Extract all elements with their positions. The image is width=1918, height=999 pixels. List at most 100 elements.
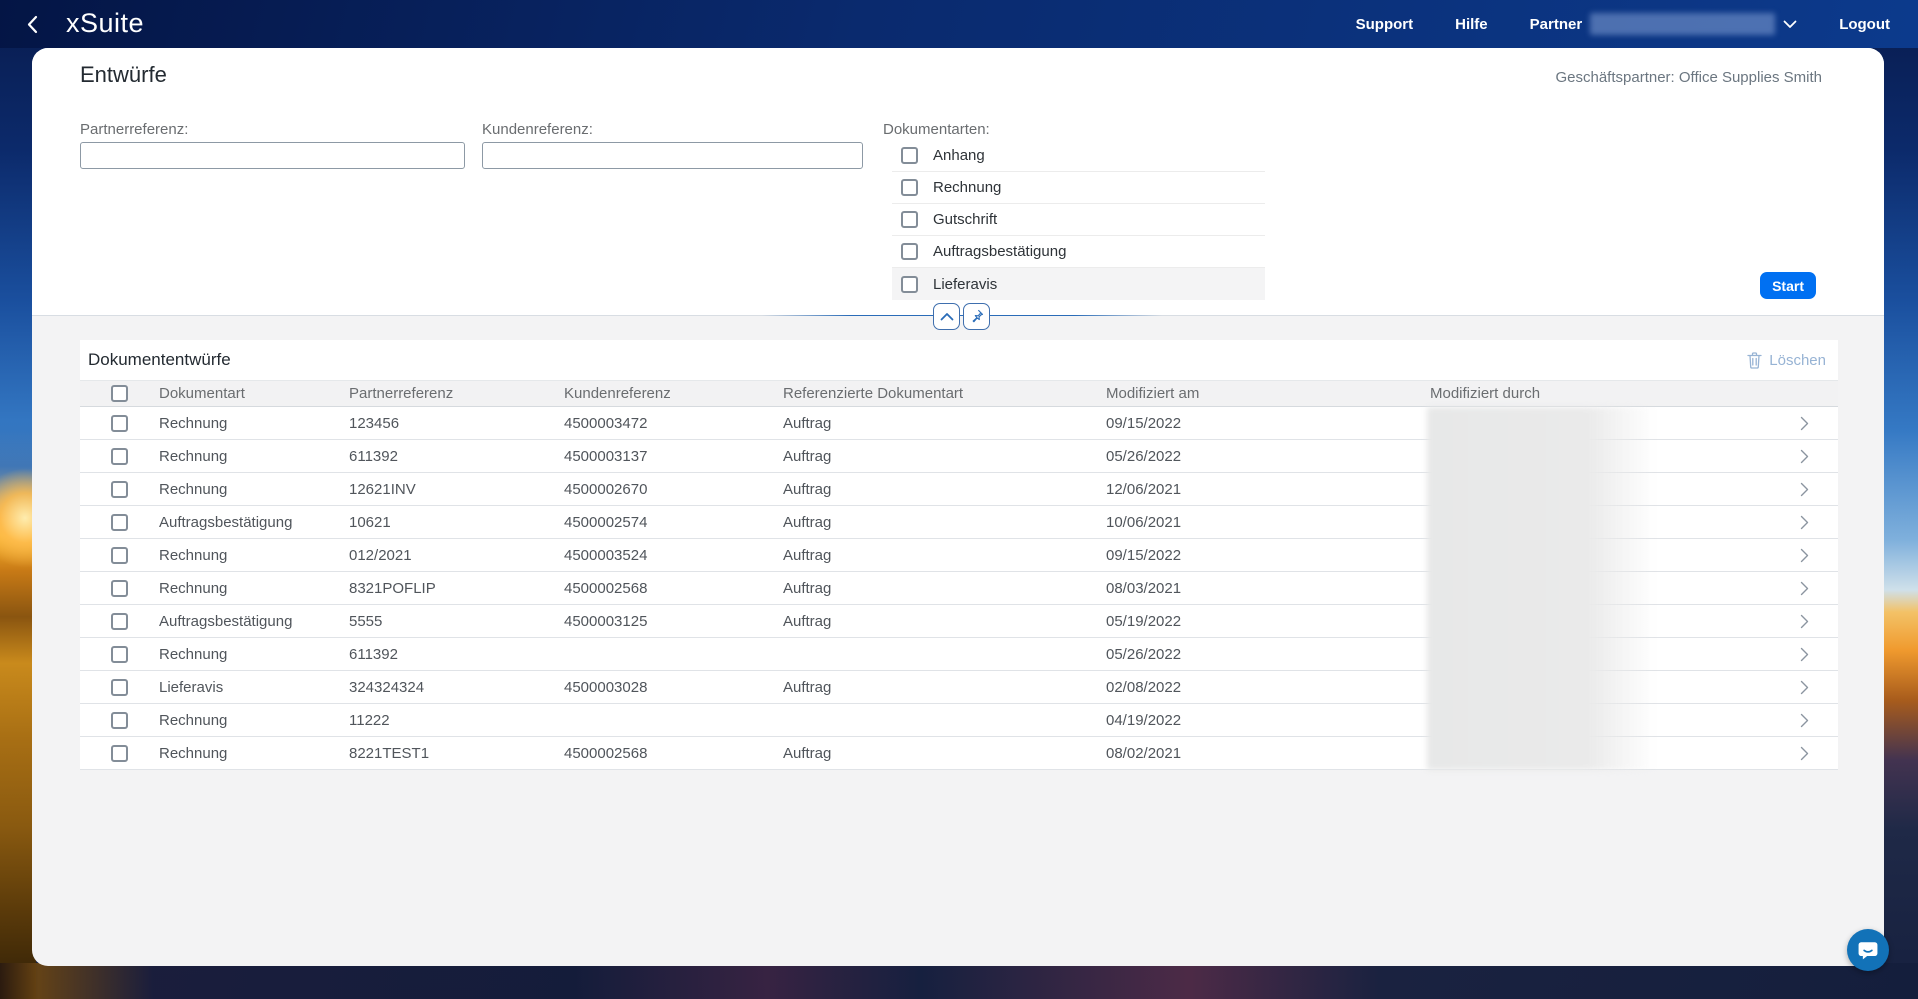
- row-checkbox[interactable]: [111, 481, 128, 498]
- cell-kundenreferenz: 4500003125: [564, 613, 783, 630]
- cell-referenzierte-dokumentart: Auftrag: [783, 547, 1106, 564]
- partner-reference-input[interactable]: [80, 142, 465, 169]
- column-header-partnerreferenz: Partnerreferenz: [349, 385, 564, 402]
- cell-partnerreferenz: 12621INV: [349, 481, 564, 498]
- select-all-checkbox[interactable]: [111, 385, 128, 402]
- row-checkbox[interactable]: [111, 580, 128, 597]
- doc-type-checkbox[interactable]: [901, 243, 918, 260]
- partner-selector[interactable]: Partner: [1530, 13, 1798, 35]
- cell-referenzierte-dokumentart: Auftrag: [783, 514, 1106, 531]
- logout-link[interactable]: Logout: [1839, 16, 1890, 33]
- table-row[interactable]: Rechnung8221TEST14500002568Auftrag08/02/…: [80, 737, 1838, 770]
- table-row[interactable]: Rechnung012/20214500003524Auftrag09/15/2…: [80, 539, 1838, 572]
- doc-type-item[interactable]: Auftragsbestätigung: [892, 236, 1265, 268]
- xsuite-logo: xSuite: [66, 8, 144, 39]
- cell-kundenreferenz: 4500002574: [564, 514, 783, 531]
- cell-kundenreferenz: 4500002568: [564, 745, 783, 762]
- table-title: Dokumententwürfe: [88, 350, 231, 370]
- main-panel: Entwürfe Geschäftspartner: Office Suppli…: [32, 48, 1884, 966]
- table-header-row: Dokumentart Partnerreferenz Kundenrefere…: [80, 380, 1838, 407]
- doc-type-item[interactable]: Gutschrift: [892, 204, 1265, 236]
- doc-type-checkbox[interactable]: [901, 179, 918, 196]
- cell-dokumentart: Rechnung: [159, 448, 349, 465]
- chevron-right-icon: [1800, 713, 1809, 728]
- customer-reference-input[interactable]: [482, 142, 863, 169]
- row-checkbox[interactable]: [111, 679, 128, 696]
- row-checkbox[interactable]: [111, 745, 128, 762]
- table-row[interactable]: Rechnung12621INV4500002670Auftrag12/06/2…: [80, 473, 1838, 506]
- row-checkbox[interactable]: [111, 514, 128, 531]
- table-row[interactable]: Rechnung1122204/19/2022: [80, 704, 1838, 737]
- customer-reference-label: Kundenreferenz:: [482, 121, 593, 138]
- cell-modifiziert-am: 05/26/2022: [1106, 646, 1430, 663]
- collapse-filter-button[interactable]: [933, 303, 960, 330]
- doc-type-label: Auftragsbestätigung: [933, 243, 1066, 260]
- cell-referenzierte-dokumentart: Auftrag: [783, 580, 1106, 597]
- cell-modifiziert-am: 08/03/2021: [1106, 580, 1430, 597]
- doc-type-label: Anhang: [933, 147, 985, 164]
- table-row[interactable]: Auftragsbestätigung106214500002574Auftra…: [80, 506, 1838, 539]
- table-row[interactable]: Rechnung61139205/26/2022: [80, 638, 1838, 671]
- page-title: Entwürfe: [80, 62, 167, 88]
- partner-name-redacted: [1590, 13, 1775, 35]
- table-row[interactable]: Auftragsbestätigung55554500003125Auftrag…: [80, 605, 1838, 638]
- chevron-right-icon: [1800, 515, 1809, 530]
- pin-filter-button[interactable]: [963, 303, 990, 330]
- cell-modifiziert-am: 09/15/2022: [1106, 415, 1430, 432]
- table-row[interactable]: Rechnung8321POFLIP4500002568Auftrag08/03…: [80, 572, 1838, 605]
- chevron-up-icon: [940, 312, 954, 321]
- help-link[interactable]: Hilfe: [1455, 16, 1488, 33]
- cell-partnerreferenz: 012/2021: [349, 547, 564, 564]
- support-link[interactable]: Support: [1356, 16, 1414, 33]
- cell-dokumentart: Lieferavis: [159, 679, 349, 696]
- cell-partnerreferenz: 324324324: [349, 679, 564, 696]
- cell-partnerreferenz: 123456: [349, 415, 564, 432]
- cell-kundenreferenz: 4500003028: [564, 679, 783, 696]
- document-types-list: Anhang RechnungGutschrift Auftragsbestätig…: [892, 140, 1265, 300]
- back-button[interactable]: [26, 14, 46, 34]
- row-checkbox[interactable]: [111, 613, 128, 630]
- document-types-label: Dokumentarten:: [883, 121, 990, 138]
- row-checkbox[interactable]: [111, 712, 128, 729]
- table-row[interactable]: Rechnung1234564500003472Auftrag09/15/202…: [80, 407, 1838, 440]
- doc-type-item[interactable]: Anhang: [892, 140, 1265, 172]
- doc-type-item[interactable]: Rechnung: [892, 172, 1265, 204]
- cell-modifiziert-am: 08/02/2021: [1106, 745, 1430, 762]
- table-row[interactable]: Rechnung6113924500003137Auftrag05/26/202…: [80, 440, 1838, 473]
- business-partner-label: Geschäftspartner: Office Supplies Smith: [1555, 69, 1822, 86]
- chat-launcher-button[interactable]: [1847, 929, 1889, 971]
- cell-partnerreferenz: 611392: [349, 448, 564, 465]
- start-button[interactable]: Start: [1760, 272, 1816, 299]
- row-checkbox[interactable]: [111, 646, 128, 663]
- filter-bar: Entwürfe Geschäftspartner: Office Suppli…: [32, 48, 1884, 316]
- delete-button[interactable]: Löschen: [1747, 352, 1826, 369]
- table-toolbar: Dokumententwürfe Löschen: [80, 340, 1838, 380]
- column-header-referenzierte-dokumentart: Referenzierte Dokumentart: [783, 385, 1106, 402]
- row-checkbox[interactable]: [111, 448, 128, 465]
- chevron-down-icon: [1783, 20, 1797, 29]
- row-checkbox[interactable]: [111, 547, 128, 564]
- chevron-right-icon: [1800, 449, 1809, 464]
- doc-type-checkbox[interactable]: [901, 276, 918, 293]
- cell-dokumentart: Rechnung: [159, 712, 349, 729]
- table-row[interactable]: Lieferavis3243243244500003028Auftrag02/0…: [80, 671, 1838, 704]
- trash-icon: [1747, 352, 1762, 369]
- chevron-left-icon: [26, 15, 38, 34]
- cell-dokumentart: Rechnung: [159, 481, 349, 498]
- doc-type-checkbox[interactable]: [901, 147, 918, 164]
- cell-partnerreferenz: 5555: [349, 613, 564, 630]
- top-nav-links: Support Hilfe Partner Logout: [1356, 0, 1890, 48]
- cell-kundenreferenz: 4500002568: [564, 580, 783, 597]
- row-checkbox[interactable]: [111, 415, 128, 432]
- table-body: Rechnung1234564500003472Auftrag09/15/202…: [80, 407, 1838, 770]
- chevron-right-icon: [1800, 482, 1809, 497]
- drafts-table: Dokumententwürfe Löschen Dokumentart Par…: [80, 340, 1838, 770]
- doc-type-label: Lieferavis: [933, 276, 997, 293]
- cell-modifiziert-am: 04/19/2022: [1106, 712, 1430, 729]
- cell-dokumentart: Rechnung: [159, 646, 349, 663]
- chat-bubble-smile-icon: [1856, 938, 1880, 962]
- cell-dokumentart: Rechnung: [159, 415, 349, 432]
- doc-type-item[interactable]: Lieferavis: [892, 268, 1265, 300]
- doc-type-checkbox[interactable]: [901, 211, 918, 228]
- cell-referenzierte-dokumentart: Auftrag: [783, 415, 1106, 432]
